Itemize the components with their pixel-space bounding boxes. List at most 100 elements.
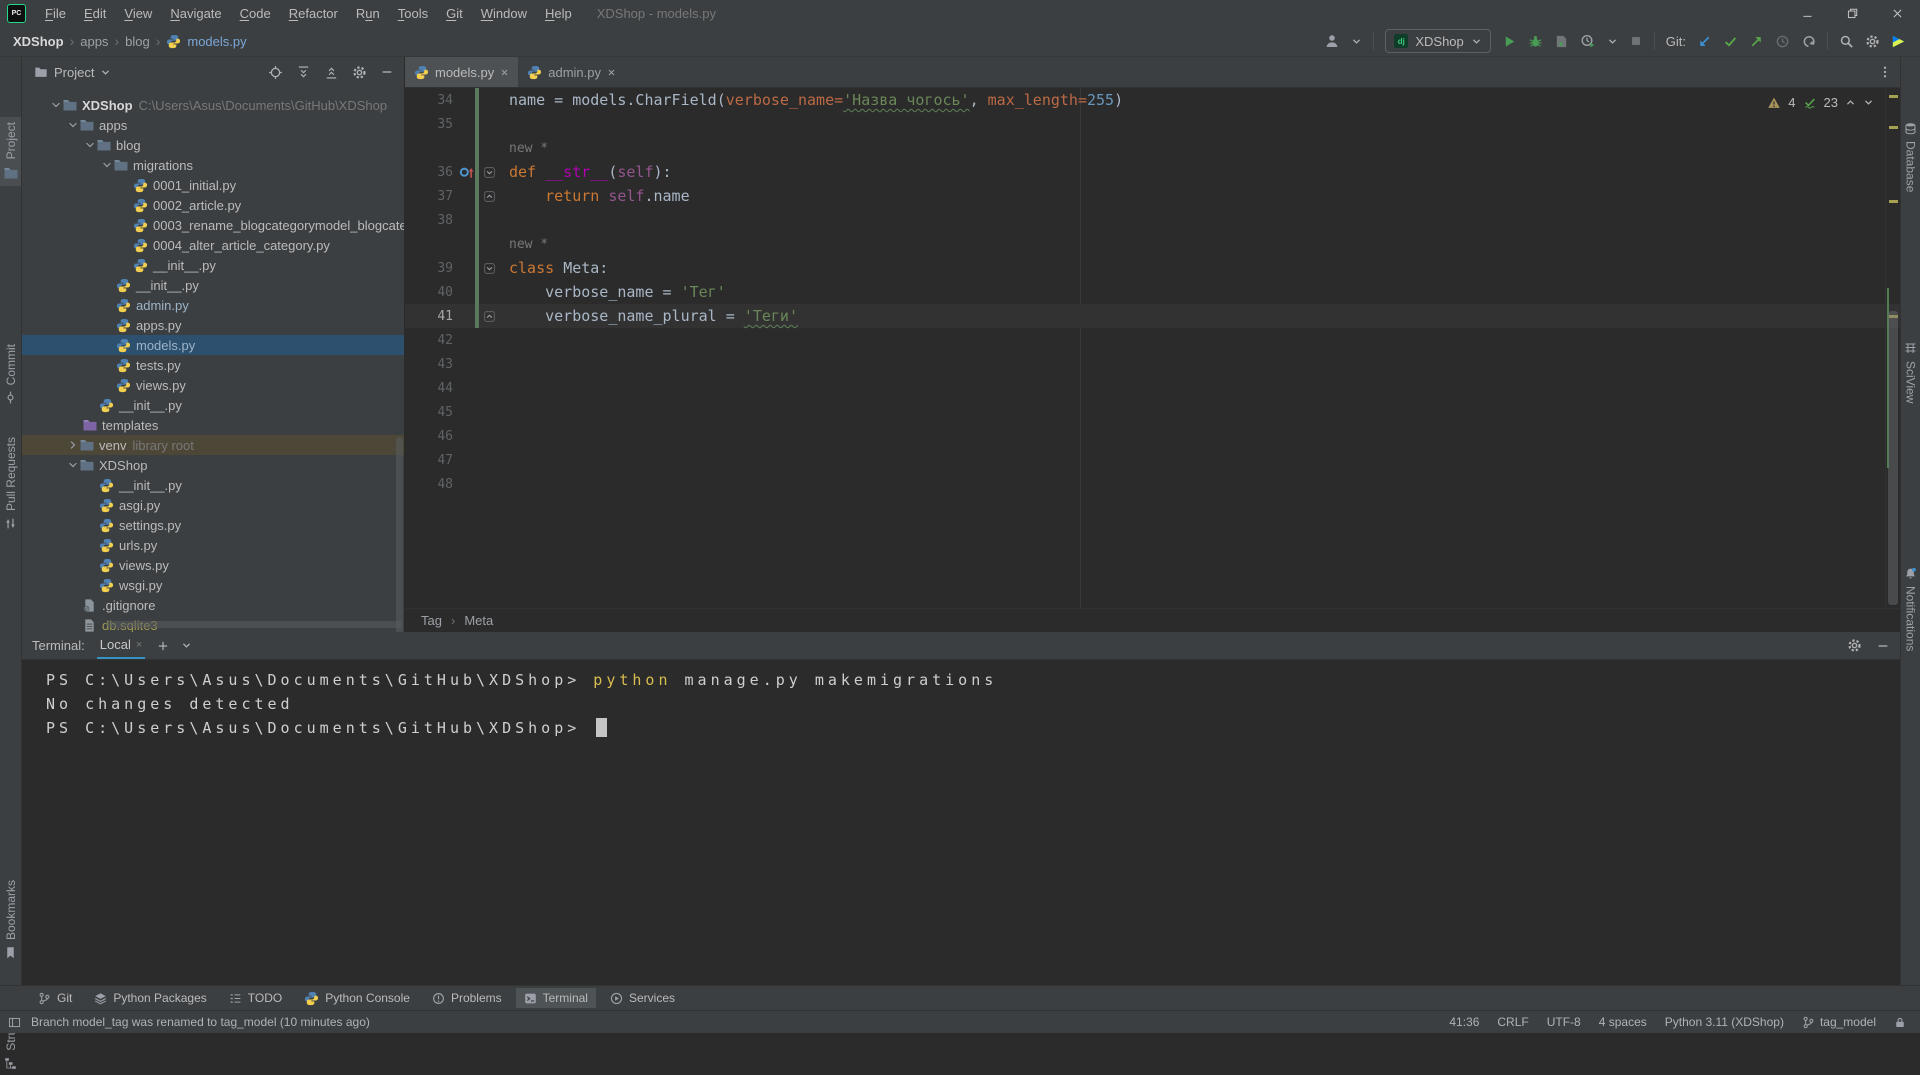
code-line[interactable]: 35 bbox=[405, 112, 1900, 136]
code-line[interactable]: 48 bbox=[405, 472, 1900, 496]
terminal-output[interactable]: PS C:\Users\Asus\Documents\GitHub\XDShop… bbox=[22, 660, 1900, 740]
chevron-right-icon[interactable] bbox=[67, 439, 79, 451]
git-branch-widget[interactable]: tag_model bbox=[1802, 1015, 1876, 1029]
override-method-icon[interactable] bbox=[458, 165, 475, 179]
breadcrumb-item[interactable]: XDShop bbox=[13, 34, 64, 49]
tree-row-wsgipy[interactable]: wsgi.py bbox=[22, 575, 404, 595]
tree-row-urlspy[interactable]: urls.py bbox=[22, 535, 404, 555]
tree-row-templates[interactable]: templates bbox=[22, 415, 404, 435]
fold-open-icon[interactable] bbox=[479, 167, 500, 178]
project-panel-title[interactable]: Project bbox=[54, 65, 94, 80]
code-line[interactable]: 36def __str__(self): bbox=[405, 160, 1900, 184]
stripe-item-project[interactable]: Project bbox=[0, 117, 21, 186]
settings-gear-icon[interactable] bbox=[1865, 34, 1880, 49]
stripe-item-commit[interactable]: Commit bbox=[0, 339, 21, 409]
warning-stripe-mark[interactable] bbox=[1889, 95, 1898, 98]
toolwindow-button-todo[interactable]: TODO bbox=[221, 988, 290, 1008]
toolwindow-button-terminal[interactable]: Terminal bbox=[516, 988, 596, 1008]
menu-item-tools[interactable]: Tools bbox=[389, 3, 437, 24]
tree-row-viewspy[interactable]: views.py bbox=[22, 375, 404, 395]
run-config-selector[interactable]: dj XDShop bbox=[1385, 29, 1490, 53]
terminal-dropdown-icon[interactable] bbox=[181, 632, 192, 659]
tree-row-apps[interactable]: apps bbox=[22, 115, 404, 135]
git-push-button[interactable] bbox=[1749, 34, 1764, 49]
code-area[interactable]: 34name = models.CharField(verbose_name='… bbox=[405, 88, 1900, 608]
code-line[interactable]: 42 bbox=[405, 328, 1900, 352]
tree-row-0003renameblogcategorymodelblogcategorypy[interactable]: 0003_rename_blogcategorymodel_blogcatego… bbox=[22, 215, 404, 235]
code-line[interactable]: 39class Meta: bbox=[405, 256, 1900, 280]
code-line[interactable]: 47 bbox=[405, 448, 1900, 472]
tree-row-initpy[interactable]: __init__.py bbox=[22, 255, 404, 275]
locate-file-icon[interactable] bbox=[268, 65, 283, 80]
hide-panel-icon[interactable] bbox=[380, 65, 394, 79]
prev-problem-icon[interactable] bbox=[1845, 97, 1856, 108]
ide-features-icon[interactable] bbox=[1891, 34, 1906, 49]
menu-item-edit[interactable]: Edit bbox=[75, 3, 115, 24]
inspections-widget[interactable]: 4 23 bbox=[1767, 95, 1874, 110]
warning-stripe-mark[interactable] bbox=[1889, 126, 1898, 129]
menu-item-code[interactable]: Code bbox=[231, 3, 280, 24]
tree-row-initpy[interactable]: __init__.py bbox=[22, 275, 404, 295]
tree-row-gitignore[interactable]: .gitignore bbox=[22, 595, 404, 615]
error-stripe[interactable] bbox=[1885, 88, 1900, 608]
code-line[interactable]: 46 bbox=[405, 424, 1900, 448]
toolwindow-button-git[interactable]: Git bbox=[30, 988, 80, 1008]
code-line[interactable]: 40 verbose_name = 'Тег' bbox=[405, 280, 1900, 304]
stripe-item-pull-requests[interactable]: Pull Requests bbox=[0, 432, 21, 535]
editor-breadcrumb-item[interactable]: Tag bbox=[421, 613, 442, 628]
menu-item-help[interactable]: Help bbox=[536, 3, 581, 24]
new-terminal-session-button[interactable] bbox=[157, 632, 169, 659]
status-widget[interactable]: Python 3.11 (XDShop) bbox=[1665, 1015, 1784, 1029]
search-everywhere-icon[interactable] bbox=[1839, 34, 1854, 49]
tree-row-blog[interactable]: blog bbox=[22, 135, 404, 155]
tool-window-toggle-icon[interactable] bbox=[8, 1016, 21, 1029]
chevron-down-icon[interactable] bbox=[84, 139, 96, 151]
chevron-down-icon[interactable] bbox=[67, 119, 79, 131]
tree-vertical-scrollbar[interactable] bbox=[396, 437, 403, 632]
tree-row-viewspy[interactable]: views.py bbox=[22, 555, 404, 575]
breadcrumb-item[interactable]: blog bbox=[125, 34, 150, 49]
expand-all-icon[interactable] bbox=[296, 65, 311, 80]
tree-row-initpy[interactable]: __init__.py bbox=[22, 395, 404, 415]
fold-open-icon[interactable] bbox=[479, 263, 500, 274]
breadcrumb-current-file[interactable]: models.py bbox=[187, 34, 246, 49]
tree-row-settingspy[interactable]: settings.py bbox=[22, 515, 404, 535]
menu-item-refactor[interactable]: Refactor bbox=[280, 3, 347, 24]
tab-options-icon[interactable] bbox=[1878, 57, 1900, 87]
hide-terminal-icon[interactable] bbox=[1876, 639, 1890, 653]
chevron-down-icon[interactable] bbox=[50, 99, 62, 111]
chevron-down-icon[interactable] bbox=[101, 159, 113, 171]
close-icon[interactable]: × bbox=[136, 639, 142, 651]
tree-row-modelspy[interactable]: models.py bbox=[22, 335, 404, 355]
tree-row-appspy[interactable]: apps.py bbox=[22, 315, 404, 335]
status-widget[interactable]: 41:36 bbox=[1449, 1015, 1479, 1029]
toolwindow-button-python-console[interactable]: Python Console bbox=[296, 988, 418, 1009]
user-profile-icon[interactable] bbox=[1324, 33, 1340, 49]
code-line[interactable]: 45 bbox=[405, 400, 1900, 424]
tree-row-0004alterarticlecategorypy[interactable]: 0004_alter_article_category.py bbox=[22, 235, 404, 255]
tab-admin-py[interactable]: admin.py bbox=[518, 57, 625, 87]
stripe-item-database[interactable]: Database bbox=[1901, 117, 1920, 197]
tree-row-asgipy[interactable]: asgi.py bbox=[22, 495, 404, 515]
toolwindow-button-python-packages[interactable]: Python Packages bbox=[86, 988, 214, 1008]
tree-row-0001initialpy[interactable]: 0001_initial.py bbox=[22, 175, 404, 195]
status-widget[interactable]: CRLF bbox=[1497, 1015, 1528, 1029]
restore-button[interactable] bbox=[1830, 0, 1875, 26]
toolwindow-button-services[interactable]: Services bbox=[602, 988, 683, 1008]
menu-item-window[interactable]: Window bbox=[472, 3, 536, 24]
menu-item-file[interactable]: File bbox=[36, 3, 75, 24]
git-rollback-button[interactable] bbox=[1801, 34, 1816, 49]
run-coverage-button[interactable] bbox=[1554, 34, 1569, 49]
chevron-down-icon[interactable] bbox=[1607, 36, 1618, 47]
tab-models-py[interactable]: models.py bbox=[405, 57, 518, 87]
close-button[interactable] bbox=[1875, 0, 1920, 26]
close-icon[interactable] bbox=[607, 68, 616, 77]
menu-item-navigate[interactable]: Navigate bbox=[161, 3, 230, 24]
fold-close-icon[interactable] bbox=[479, 191, 500, 202]
tree-row-xdshop[interactable]: XDShopC:\Users\Asus\Documents\GitHub\XDS… bbox=[22, 95, 404, 115]
terminal-settings-gear-icon[interactable] bbox=[1847, 638, 1862, 653]
panel-options-gear-icon[interactable] bbox=[352, 65, 367, 80]
tree-row-venv[interactable]: venvlibrary root bbox=[22, 435, 404, 455]
stripe-item-sciview[interactable]: SciView bbox=[1901, 337, 1920, 408]
tree-row-adminpy[interactable]: admin.py bbox=[22, 295, 404, 315]
